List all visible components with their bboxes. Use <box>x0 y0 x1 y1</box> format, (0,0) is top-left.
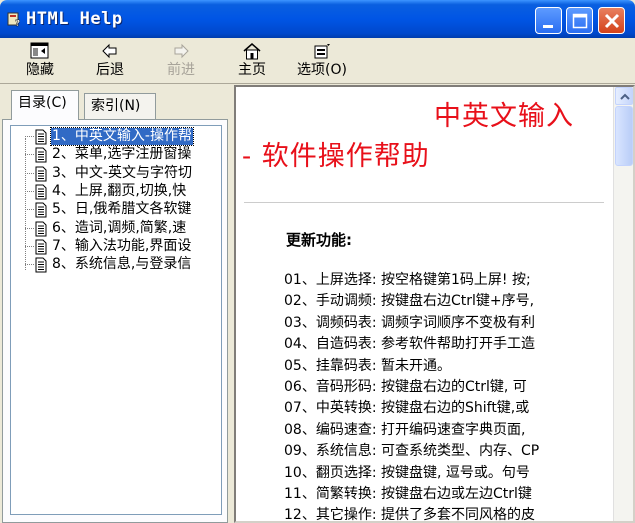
tree-branch-line <box>25 209 34 211</box>
document-page-icon <box>35 239 47 255</box>
feature-line: 08、编码速查: 打开编码速查字典页面, <box>284 421 526 438</box>
topic-title-line2: - 软件操作帮助 <box>242 141 430 172</box>
scroll-up-button[interactable] <box>615 87 633 105</box>
tree-item[interactable]: 3、中文-英文与字符切 <box>25 164 221 183</box>
document-page-icon <box>35 221 47 236</box>
tree-branch-line <box>25 136 34 137</box>
tree-item-label: 2、菜单,选字注册窗操 <box>52 146 192 163</box>
home-button[interactable]: 主页 <box>232 41 272 81</box>
tree-item[interactable]: 5、日,俄希腊文各软键 <box>25 201 221 219</box>
contents-tree[interactable]: 1、中英文输入-操作帮 2、菜单,选字注册窗操 3、中文-英文与字符切 4、上屏,翻页… <box>10 125 222 515</box>
options-button[interactable]: 选项(O) <box>292 41 352 81</box>
svg-text:?: ? <box>15 19 20 27</box>
back-button[interactable]: 后退 <box>90 41 130 81</box>
feature-line: 03、调频码表: 调频字词顺序不变极有利 <box>284 314 535 331</box>
help-book-icon: ? <box>7 12 20 27</box>
tree-item[interactable]: 6、造词,调频,简繁,速 <box>25 219 221 238</box>
feature-line: 01、上屏选择: 按空格键第1码上屏! 按; <box>284 272 531 288</box>
tree-item-label: 1、中英文输入-操作帮 <box>50 127 194 146</box>
scroll-thumb[interactable] <box>615 106 633 166</box>
document-page-icon <box>35 184 47 200</box>
maximize-icon <box>572 13 588 29</box>
topic-title-line1: 中英文输入 <box>434 101 574 132</box>
tree-branch-line <box>25 154 34 156</box>
tree-branch-line <box>25 245 34 247</box>
tree-item[interactable]: 2、菜单,选字注册窗操 <box>25 146 221 164</box>
window-title: HTML Help <box>26 9 123 29</box>
feature-line: 04、自造码表: 参考软件帮助打开手工造 <box>284 336 535 353</box>
chevron-up-icon <box>620 93 630 100</box>
feature-line: 07、中英转换: 按键盘右边的Shift键,或 <box>284 400 530 417</box>
forward-arrow-icon <box>174 43 189 59</box>
feature-line: 09、系统信息: 可查系统类型、内存、CP <box>284 443 540 460</box>
tree-item-label: 8、系统信息,与登录信 <box>52 256 192 273</box>
document-page-icon <box>35 257 47 273</box>
tab-contents[interactable]: 目录(C) <box>11 90 79 120</box>
navigation-pane: 目录(C) 索引(N) 1、中英文输入-操作帮 2、菜单,选字注册窗操 3、中文-英… <box>0 85 230 523</box>
tree-item[interactable]: 4、上屏,翻页,切换,快 <box>25 182 221 201</box>
tree-item[interactable]: 8、系统信息,与登录信 <box>25 256 221 274</box>
divider <box>244 202 604 203</box>
document-page-icon <box>35 166 47 182</box>
vertical-scrollbar[interactable] <box>613 87 633 521</box>
forward-button[interactable]: 前进 <box>161 41 201 81</box>
toolbar: 隐藏 后退 前进 主页 选项(O) <box>0 38 635 84</box>
maximize-button[interactable] <box>566 7 593 34</box>
minimize-button[interactable] <box>535 7 562 34</box>
document-page-icon <box>35 147 47 163</box>
feature-line: 05、挂靠码表: 暂未开通。 <box>284 357 451 374</box>
tree-branch-line <box>25 172 34 174</box>
tab-index[interactable]: 索引(N) <box>84 93 156 119</box>
close-button[interactable] <box>598 7 625 34</box>
tree-item-label: 3、中文-英文与字符切 <box>52 164 192 181</box>
feature-line: 12、其它操作: 提供了多套不同风格的皮 <box>284 507 535 521</box>
tree-item-label: 4、上屏,翻页,切换,快 <box>52 182 187 199</box>
tree-item-label: 6、造词,调频,简繁,速 <box>52 219 187 236</box>
document-page-icon <box>35 129 47 145</box>
document-page-icon <box>35 202 47 218</box>
feature-line: 06、音码形码: 按键盘右边的Ctrl键, 可 <box>284 378 527 395</box>
minimize-icon <box>543 25 553 28</box>
feature-line: 11、简繁转换: 按键盘右边或左边Ctrl键 <box>284 485 532 502</box>
options-icon <box>314 44 330 59</box>
feature-line: 02、手动调频: 按键盘右边Ctrl键+序号, <box>284 293 535 310</box>
topic-content-pane[interactable]: 中英文输入 - 软件操作帮助 更新功能: 01、上屏选择: 按空格键第1码上屏!… <box>234 85 635 523</box>
tree-item[interactable]: 7、输入法功能,界面设 <box>25 237 221 256</box>
topic-document: 中英文输入 - 软件操作帮助 更新功能: 01、上屏选择: 按空格键第1码上屏!… <box>236 87 611 521</box>
home-icon <box>243 43 261 60</box>
tree-branch-line <box>25 264 34 266</box>
feature-line: 10、翻页选择: 按键盘键, 逗号或。句号 <box>284 464 530 481</box>
feature-list: 01、上屏选择: 按空格键第1码上屏! 按; 02、手动调频: 按键盘右边Ctrl… <box>284 270 539 521</box>
hide-pane-icon <box>30 42 49 59</box>
tree-item-label: 5、日,俄希腊文各软键 <box>52 201 192 218</box>
section-heading: 更新功能: <box>286 231 352 249</box>
tree-item[interactable]: 1、中英文输入-操作帮 <box>25 127 221 146</box>
close-icon <box>604 13 620 29</box>
hide-button[interactable]: 隐藏 <box>20 41 60 81</box>
title-bar[interactable]: ? HTML Help <box>0 0 635 38</box>
tree-item-label: 7、输入法功能,界面设 <box>52 237 192 254</box>
tree-branch-line <box>25 190 34 192</box>
tree-branch-line <box>25 227 34 229</box>
back-arrow-icon <box>102 43 117 59</box>
